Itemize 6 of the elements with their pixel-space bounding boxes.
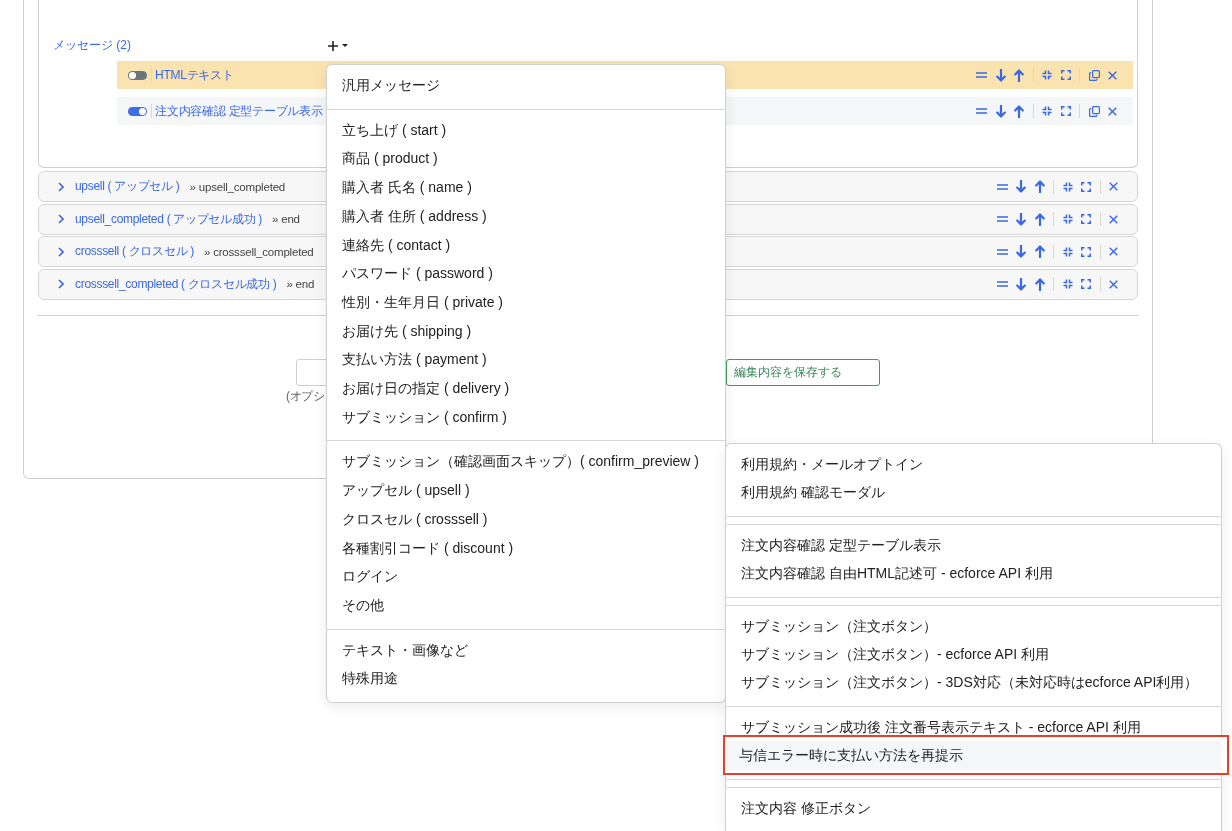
next-step-label: » crosssell_completed xyxy=(204,245,314,258)
section-label: メッセージ (2) xyxy=(53,37,131,54)
next-step-label: » end xyxy=(286,278,315,290)
next-step-label: » end xyxy=(272,213,300,225)
field-hint: (オプシ xyxy=(286,388,325,405)
next-step-label: » upsell_completed xyxy=(189,180,286,193)
